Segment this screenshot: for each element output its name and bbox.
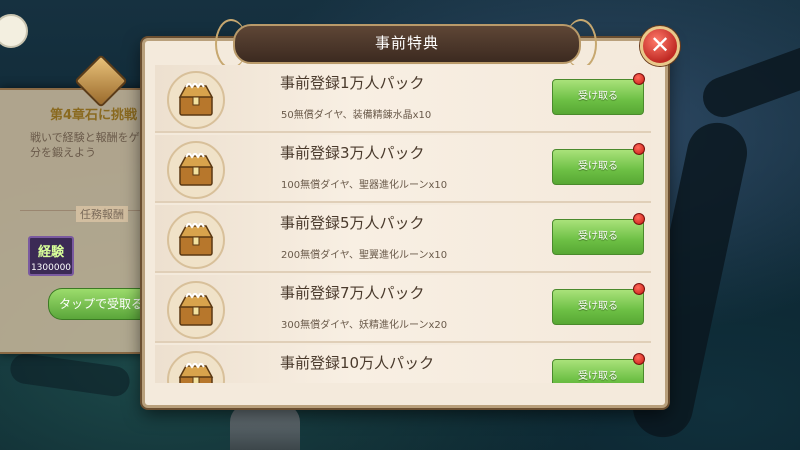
list-item: 事前登録7万人パック 300無償ダイヤ、妖精進化ルーンx20 受け取る	[155, 275, 651, 343]
notification-dot-icon	[633, 213, 645, 225]
treasure-chest-icon	[178, 153, 214, 186]
reward-count: 1300000	[30, 263, 72, 273]
close-icon[interactable]: ✕	[640, 26, 680, 66]
preregistration-rewards-modal: 事前特典 事前登録1万人パック 50無償ダイヤ、装備精錬水晶x10 受け取る 事…	[142, 19, 668, 408]
item-description: 200無償ダイヤ、聖翼進化ルーンx10	[281, 250, 448, 261]
claim-button[interactable]: 受け取る	[552, 289, 644, 325]
item-icon-frame	[167, 71, 225, 129]
notification-dot-icon	[633, 143, 645, 155]
treasure-chest-icon	[178, 293, 214, 326]
item-title: 事前登録3万人パック	[280, 144, 425, 162]
item-description: 100無償ダイヤ、聖器進化ルーンx10	[281, 180, 448, 191]
claim-button[interactable]: 受け取る	[552, 149, 644, 185]
claim-button[interactable]: 受け取る	[552, 359, 644, 383]
treasure-chest-icon	[178, 363, 214, 383]
notification-dot-icon	[633, 353, 645, 365]
item-title: 事前登録1万人パック	[280, 74, 425, 92]
notification-dot-icon	[633, 283, 645, 295]
item-title: 事前登録5万人パック	[280, 214, 425, 232]
quest-description: 戦いで経験と報酬をゲ 自分を鍛えよう	[30, 131, 155, 159]
item-icon-frame	[167, 351, 225, 383]
list-item: 事前登録3万人パック 100無償ダイヤ、聖器進化ルーンx10 受け取る	[155, 135, 651, 203]
claim-button[interactable]: 受け取る	[552, 219, 644, 255]
quest-panel: 第4章石に挑戦 戦いで経験と報酬をゲ 自分を鍛えよう 任務報酬 経験 13000…	[0, 54, 171, 354]
quest-reward-label: 任務報酬	[76, 206, 128, 222]
item-title: 事前登録7万人パック	[280, 284, 425, 302]
item-icon-frame	[167, 211, 225, 269]
reward-list[interactable]: 事前登録1万人パック 50無償ダイヤ、装備精錬水晶x10 受け取る 事前登録3万…	[155, 65, 651, 383]
item-icon-frame	[167, 141, 225, 199]
reward-icon-label: 経験	[37, 245, 64, 260]
list-item: 事前登録10万人パック 受け取る	[155, 345, 651, 383]
notification-dot-icon	[633, 73, 645, 85]
background-character	[230, 404, 300, 450]
background-branch	[697, 37, 800, 123]
treasure-chest-icon	[178, 223, 214, 256]
list-item: 事前登録1万人パック 50無償ダイヤ、装備精錬水晶x10 受け取る	[155, 65, 651, 133]
modal-title: 事前特典	[233, 24, 581, 64]
claim-button[interactable]: 受け取る	[552, 79, 644, 115]
item-description: 300無償ダイヤ、妖精進化ルーンx20	[281, 320, 448, 331]
treasure-chest-icon	[178, 83, 214, 116]
list-item: 事前登録5万人パック 200無償ダイヤ、聖翼進化ルーンx10 受け取る	[155, 205, 651, 273]
item-title: 事前登録10万人パック	[280, 354, 435, 372]
item-description: 50無償ダイヤ、装備精錬水晶x10	[281, 110, 432, 121]
item-icon-frame	[167, 281, 225, 339]
background-branch	[8, 351, 132, 399]
